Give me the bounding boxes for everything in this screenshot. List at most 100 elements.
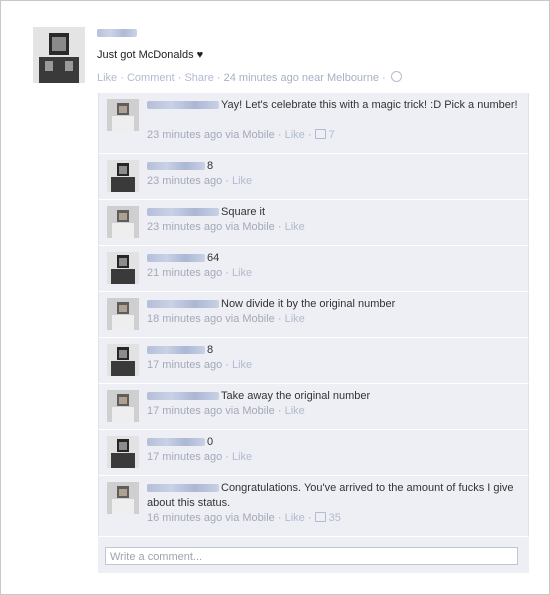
comment-meta: 18 minutes ago via Mobile · Like	[147, 313, 305, 325]
comment-meta: 17 minutes ago via Mobile · Like	[147, 405, 305, 417]
comment-like-link[interactable]: Like	[232, 175, 252, 187]
comment-time[interactable]: 23 minutes ago via Mobile	[147, 129, 275, 141]
separator: ·	[120, 72, 124, 84]
comment-time[interactable]: 17 minutes ago via Mobile	[147, 405, 275, 417]
comment-body: 0	[147, 435, 522, 450]
comment-meta: 21 minutes ago · Like	[147, 267, 252, 279]
comment-text: Yay! Let's celebrate this with a magic t…	[221, 99, 518, 111]
comment-body: 8	[147, 343, 522, 358]
comment-like-count[interactable]: 35	[326, 512, 341, 524]
separator: ·	[222, 359, 232, 371]
post-comment-link[interactable]: Comment	[127, 72, 175, 84]
commenter-avatar[interactable]	[107, 436, 139, 468]
separator: ·	[222, 267, 232, 279]
comment-body: Now divide it by the original number	[147, 297, 522, 312]
comment-meta: 16 minutes ago via Mobile · Like · 35	[147, 512, 341, 524]
post-time-location[interactable]: 24 minutes ago near Melbourne	[224, 72, 379, 84]
comment-like-link[interactable]: Like	[232, 451, 252, 463]
comment-item: Yay! Let's celebrate this with a magic t…	[98, 93, 529, 154]
write-comment-input[interactable]: Write a comment...	[105, 547, 518, 565]
commenter-name[interactable]	[147, 254, 205, 263]
comment-like-link[interactable]: Like	[232, 359, 252, 371]
commenter-name[interactable]	[147, 208, 219, 217]
comment-time[interactable]: 16 minutes ago via Mobile	[147, 512, 275, 524]
commenter-avatar[interactable]	[107, 160, 139, 192]
commenter-name[interactable]	[147, 392, 219, 401]
comment-meta: 17 minutes ago · Like	[147, 359, 252, 371]
comment-item: Square it 23 minutes ago via Mobile · Lik…	[98, 200, 529, 246]
facebook-post-screenshot: Just got McDonalds ♥ Like · Comment · Sh…	[0, 0, 550, 595]
comment-text: Take away the original number	[221, 390, 371, 402]
comment-time[interactable]: 17 minutes ago	[147, 451, 222, 463]
separator: ·	[274, 221, 285, 233]
comment-text: Square it	[221, 206, 266, 218]
comment-body: 64	[147, 251, 522, 266]
commenter-avatar[interactable]	[107, 252, 139, 284]
comment-item: Now divide it by the original number 18 m…	[98, 292, 529, 338]
post-status-text: Just got McDonalds ♥	[97, 49, 204, 61]
comment-time[interactable]: 17 minutes ago	[147, 359, 222, 371]
comment-text: 8	[207, 160, 214, 172]
comment-time[interactable]: 23 minutes ago	[147, 175, 222, 187]
comment-item: 8 23 minutes ago · Like	[98, 154, 529, 200]
comment-like-link[interactable]: Like	[285, 405, 305, 417]
thumbs-up-icon[interactable]	[314, 512, 326, 522]
comment-like-link[interactable]: Like	[285, 512, 305, 524]
post-author-name[interactable]	[97, 29, 137, 37]
separator: ·	[304, 512, 315, 524]
comment-like-count[interactable]: 7	[326, 129, 335, 141]
comment-meta: 23 minutes ago via Mobile · Like · 7	[147, 129, 335, 141]
comment-meta: 23 minutes ago · Like	[147, 175, 252, 187]
comment-item: Take away the original number 17 minutes …	[98, 384, 529, 430]
post-author-avatar[interactable]	[33, 27, 85, 83]
comment-time[interactable]: 18 minutes ago via Mobile	[147, 313, 275, 325]
comment-meta: 23 minutes ago via Mobile · Like	[147, 221, 305, 233]
comment-item: Congratulations. You've arrived to the a…	[98, 476, 529, 537]
separator: ·	[274, 129, 285, 141]
post-like-link[interactable]: Like	[97, 72, 117, 84]
commenter-avatar[interactable]	[107, 390, 139, 422]
commenter-avatar[interactable]	[107, 99, 139, 131]
separator: ·	[274, 512, 285, 524]
post-share-link[interactable]: Share	[184, 72, 213, 84]
comment-time[interactable]: 23 minutes ago via Mobile	[147, 221, 275, 233]
comment-body: 8	[147, 159, 522, 174]
comment-item: 64 21 minutes ago · Like	[98, 246, 529, 292]
commenter-name[interactable]	[147, 438, 205, 447]
separator: ·	[274, 405, 285, 417]
commenter-name[interactable]	[147, 300, 219, 309]
comment-like-link[interactable]: Like	[232, 267, 252, 279]
commenter-avatar[interactable]	[107, 206, 139, 238]
separator: ·	[222, 175, 232, 187]
comment-body: Yay! Let's celebrate this with a magic t…	[147, 98, 522, 113]
comment-body: Square it	[147, 205, 522, 220]
thumbs-up-icon[interactable]	[314, 129, 326, 139]
comment-like-link[interactable]: Like	[285, 129, 305, 141]
separator: ·	[382, 72, 386, 84]
commenter-name[interactable]	[147, 162, 205, 171]
separator: ·	[304, 129, 315, 141]
comment-item: 8 17 minutes ago · Like	[98, 338, 529, 384]
comment-text: Now divide it by the original number	[221, 298, 396, 310]
commenter-avatar[interactable]	[107, 298, 139, 330]
commenter-avatar[interactable]	[107, 344, 139, 376]
comment-body: Congratulations. You've arrived to the a…	[147, 481, 522, 511]
comment-text: 0	[207, 436, 214, 448]
comment-text: 64	[207, 252, 220, 264]
comment-item: 0 17 minutes ago · Like	[98, 430, 529, 476]
comment-meta: 17 minutes ago · Like	[147, 451, 252, 463]
comment-like-link[interactable]: Like	[285, 313, 305, 325]
commenter-avatar[interactable]	[107, 482, 139, 514]
post-meta: Like · Comment · Share · 24 minutes ago …	[97, 71, 402, 84]
comment-body: Take away the original number	[147, 389, 522, 404]
commenter-name[interactable]	[147, 346, 205, 355]
comment-time[interactable]: 21 minutes ago	[147, 267, 222, 279]
comment-thread: Yay! Let's celebrate this with a magic t…	[98, 93, 529, 573]
separator: ·	[274, 313, 285, 325]
separator: ·	[216, 72, 221, 84]
commenter-name[interactable]	[147, 484, 219, 493]
commenter-name[interactable]	[147, 101, 219, 110]
globe-icon[interactable]	[390, 71, 402, 82]
comment-like-link[interactable]: Like	[285, 221, 305, 233]
separator: ·	[177, 72, 182, 84]
